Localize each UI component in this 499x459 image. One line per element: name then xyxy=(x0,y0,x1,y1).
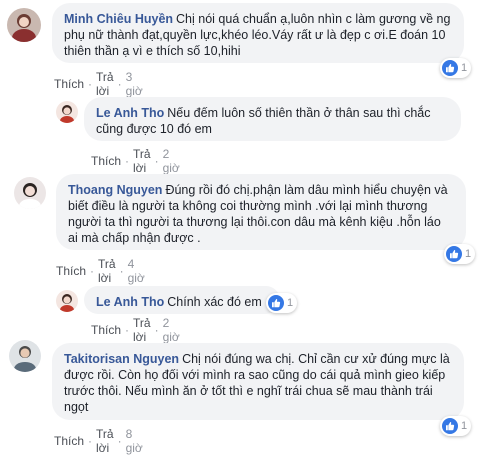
comment-actions: Thích · Trả lời · 2 giờ xyxy=(91,147,180,175)
thumbs-up-icon xyxy=(268,295,284,311)
timestamp[interactable]: 2 giờ xyxy=(163,147,180,175)
timestamp[interactable]: 3 giờ xyxy=(126,70,143,98)
thumbs-up-icon xyxy=(442,418,458,434)
separator-dot: · xyxy=(154,323,159,337)
reaction-badge[interactable]: 1 xyxy=(440,416,472,436)
like-link[interactable]: Thích xyxy=(54,434,84,448)
reaction-count: 1 xyxy=(465,248,472,260)
separator-dot: · xyxy=(88,77,93,91)
timestamp[interactable]: 8 giờ xyxy=(126,427,143,455)
like-link[interactable]: Thích xyxy=(56,264,86,278)
comment-author[interactable]: Takitorisan Nguyen xyxy=(64,352,179,366)
reaction-count: 1 xyxy=(287,297,294,309)
avatar[interactable] xyxy=(56,290,78,312)
separator-dot: · xyxy=(125,323,130,337)
reaction-count: 1 xyxy=(461,62,468,74)
separator-dot: · xyxy=(88,434,93,448)
avatar[interactable] xyxy=(7,8,41,42)
reply-link[interactable]: Trả lời xyxy=(96,427,114,455)
comment-bubble: Takitorisan Nguyen Chị nói đúng wa chị. C… xyxy=(52,343,464,420)
reply-link[interactable]: Trả lời xyxy=(133,147,151,175)
comment-actions: Thích · Trả lời · 2 giờ xyxy=(91,316,180,344)
avatar[interactable] xyxy=(9,340,41,372)
reply-link[interactable]: Trả lời xyxy=(133,316,151,344)
like-link[interactable]: Thích xyxy=(91,323,121,337)
like-link[interactable]: Thích xyxy=(91,154,121,168)
comment-bubble: Le Anh Tho Chính xác đó em xyxy=(84,286,280,314)
separator-dot: · xyxy=(117,77,122,91)
comment-actions: Thích · Trả lời · 4 giờ xyxy=(56,257,145,285)
comment-bubble: Thoang Nguyen Đúng rồi đó chị.phận làm dâ… xyxy=(56,174,466,250)
separator-dot: · xyxy=(90,264,95,278)
comment-bubble: Le Anh Tho Nếu đếm luôn số thiên thần ở t… xyxy=(84,97,461,141)
timestamp[interactable]: 2 giờ xyxy=(163,316,180,344)
reaction-badge[interactable]: 1 xyxy=(266,293,298,313)
avatar[interactable] xyxy=(14,177,46,209)
separator-dot: · xyxy=(154,154,159,168)
separator-dot: · xyxy=(119,264,124,278)
comment-actions: Thích · Trả lời · 3 giờ xyxy=(54,70,143,98)
reply-link[interactable]: Trả lời xyxy=(96,70,114,98)
reaction-count: 1 xyxy=(461,420,468,432)
comment-author[interactable]: Thoang Nguyen xyxy=(68,183,162,197)
comment-author[interactable]: Le Anh Tho xyxy=(96,295,164,309)
comment-author[interactable]: Minh Chiêu Huyền xyxy=(64,12,173,26)
reply-link[interactable]: Trả lời xyxy=(98,257,116,285)
comment-bubble: Minh Chiêu Huyền Chị nói quá chuẩn ạ,luôn… xyxy=(52,3,464,63)
comment-actions: Thích · Trả lời · 8 giờ xyxy=(54,427,143,455)
separator-dot: · xyxy=(125,154,130,168)
thumbs-up-icon xyxy=(446,246,462,262)
thumbs-up-icon xyxy=(442,60,458,76)
avatar[interactable] xyxy=(56,101,78,123)
like-link[interactable]: Thích xyxy=(54,77,84,91)
reaction-badge[interactable]: 1 xyxy=(444,244,476,264)
reaction-badge[interactable]: 1 xyxy=(440,58,472,78)
separator-dot: · xyxy=(117,434,122,448)
comment-author[interactable]: Le Anh Tho xyxy=(96,106,164,120)
timestamp[interactable]: 4 giờ xyxy=(128,257,145,285)
comment-text: Chính xác đó em xyxy=(167,295,262,309)
